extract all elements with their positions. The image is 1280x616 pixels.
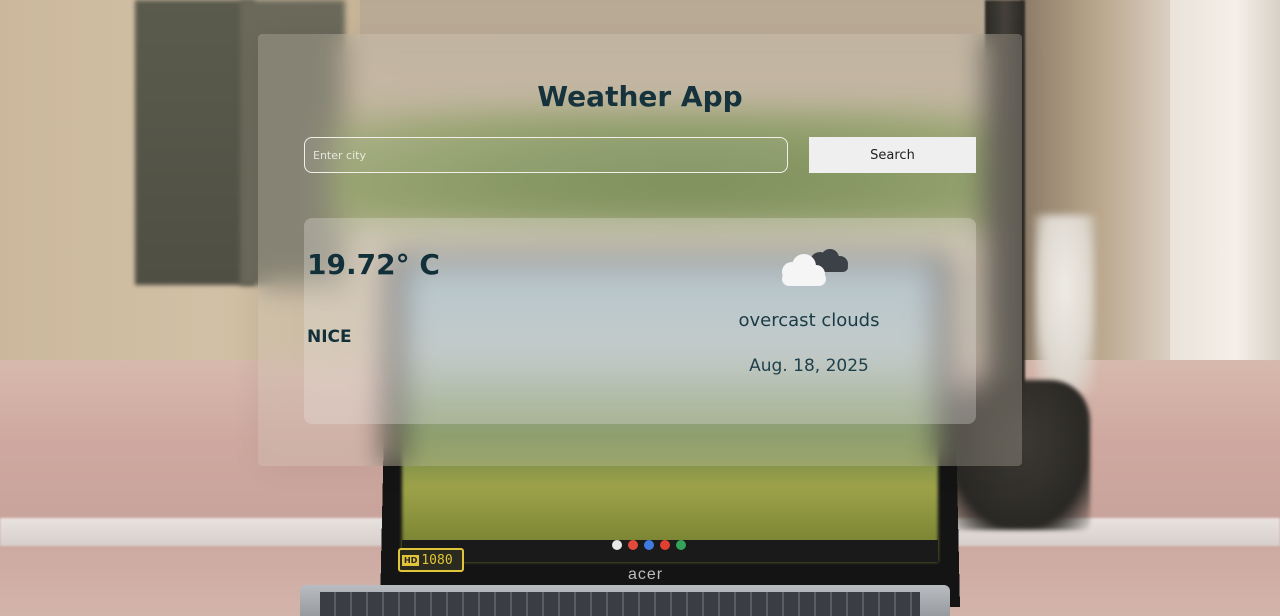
weather-date: Aug. 18, 2025 xyxy=(749,356,869,376)
background-window xyxy=(135,0,255,285)
hd-watermark-badge: HD 1080 xyxy=(398,548,464,572)
weather-condition: overcast clouds xyxy=(738,310,880,331)
background-column xyxy=(1170,0,1280,395)
background-laptop-brand: acer xyxy=(628,566,664,583)
background-person xyxy=(1035,215,1095,395)
background-laptop-dock xyxy=(612,540,686,554)
hd-badge-label: HD xyxy=(402,554,420,566)
dock-icon xyxy=(660,540,670,550)
temperature-value: 19.72° C xyxy=(307,248,440,281)
app-viewport: acer HD 1080 Weather App Search 19.72° C… xyxy=(0,0,1280,616)
dock-icon xyxy=(644,540,654,550)
overcast-clouds-icon xyxy=(782,249,848,286)
background-laptop-keyboard xyxy=(320,592,920,616)
city-name: NICE xyxy=(307,327,352,347)
search-button[interactable]: Search xyxy=(809,137,976,173)
city-search-input[interactable] xyxy=(304,137,788,173)
dock-icon xyxy=(612,540,622,550)
dock-icon xyxy=(676,540,686,550)
app-title: Weather App xyxy=(537,80,743,113)
resolution-badge-label: 1080 xyxy=(421,552,453,568)
dock-icon xyxy=(628,540,638,550)
